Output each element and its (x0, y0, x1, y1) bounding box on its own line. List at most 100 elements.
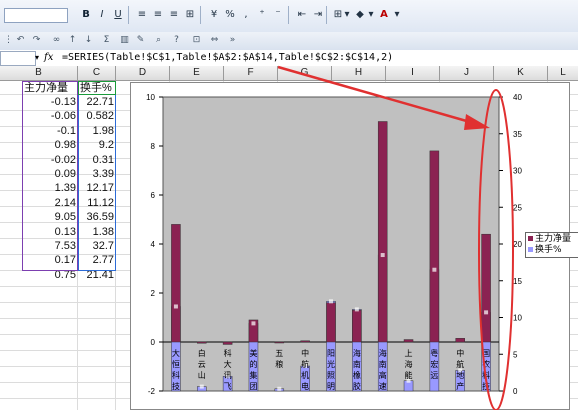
zoom-icon[interactable]: ⌕ (152, 34, 165, 47)
left-axis-tick-label: 8 (151, 142, 156, 151)
category-label: 南 (353, 359, 361, 369)
font-color-dropdown-icon[interactable]: ▾ (392, 7, 402, 23)
name-box[interactable] (0, 51, 36, 66)
name-box-dropdown-icon[interactable]: ▾ (35, 51, 43, 64)
column-header-I[interactable]: I (386, 66, 440, 80)
category-label: 讯 (224, 371, 232, 380)
category-label: 技 (482, 381, 490, 391)
category-label: 阳 (327, 349, 335, 358)
marker-turnover (484, 310, 489, 315)
chart-svg: -202468100510152025303540大恒科技白云山科大讯飞美的集团… (146, 93, 522, 396)
format-painter-icon[interactable]: ⊡ (190, 34, 203, 47)
category-label: 飞 (224, 382, 232, 391)
comma-style-icon[interactable]: , (238, 7, 254, 23)
bar-net-flow (481, 233, 491, 343)
legend-item-turnover: 换手% (528, 245, 562, 256)
legend-swatch-net-flow (528, 236, 533, 241)
category-label: 海 (405, 359, 413, 369)
align-center-icon[interactable]: ≡ (150, 7, 166, 23)
category-label: 云 (198, 360, 206, 369)
formula-input[interactable]: =SERIES(Table!$C$1,Table!$A$2:$A$14,Tabl… (62, 51, 572, 64)
category-label: 粤 (430, 348, 438, 358)
font-color-button[interactable]: A (376, 7, 392, 23)
embedded-chart[interactable]: -2 0 2 4 6 8 10 0 5 10 15 20 25 30 35 40 大恒科技白云山科大讯飞美的集团… (130, 82, 570, 410)
category-label: 产 (456, 381, 464, 391)
column-header-F[interactable]: F (224, 66, 278, 80)
italic-button[interactable]: I (94, 7, 110, 23)
bar-net-flow (274, 341, 285, 344)
column-header-L[interactable]: L (548, 66, 578, 80)
column-header-C[interactable]: C (78, 66, 116, 80)
underline-button[interactable]: U (110, 7, 126, 23)
left-axis-tick-label: 6 (151, 191, 156, 200)
redo-icon[interactable]: ↷ (30, 34, 43, 47)
category-label: 山 (198, 370, 206, 380)
category-label: 照 (327, 371, 335, 380)
align-left-icon[interactable]: ≡ (134, 7, 150, 23)
left-axis-tick-label: -2 (148, 387, 156, 396)
align-right-icon[interactable]: ≡ (166, 7, 182, 23)
review-icon[interactable]: ⇔ (208, 34, 221, 47)
left-axis-tick-label: 10 (146, 93, 155, 102)
column-headers: B C D E F G H I J K L (0, 66, 578, 81)
bold-button[interactable]: B (78, 7, 94, 23)
decrease-indent-icon[interactable]: ⇤ (294, 7, 310, 23)
category-label: 地 (456, 370, 464, 380)
sort-asc-icon[interactable]: ↑ (66, 34, 79, 47)
drawing-icon[interactable]: ✎ (134, 34, 147, 47)
bar-net-flow (197, 341, 207, 344)
category-label: 科 (224, 348, 232, 358)
right-axis-tick-label: 15 (513, 277, 522, 286)
autosum-icon[interactable]: Σ (100, 34, 113, 47)
formatting-toolbar: B I U ≡ ≡ ≡ ⊞ ¥ % , ⁺ ⁻ ⇤ ⇥ ⊞ ▾ ◆ ▾ A ▾ (0, 0, 578, 33)
left-axis-tick-label: 0 (151, 338, 156, 347)
column-header-H[interactable]: H (332, 66, 386, 80)
right-axis-tick-label: 5 (513, 350, 518, 359)
help-icon[interactable]: ? (170, 34, 183, 47)
merge-center-icon[interactable]: ⊞ (182, 7, 198, 23)
category-label: 能 (405, 370, 413, 380)
column-header-J[interactable]: J (440, 66, 494, 80)
marker-turnover (354, 307, 359, 312)
category-label: 机 (301, 370, 309, 380)
category-label: 航 (456, 359, 464, 369)
fx-button[interactable]: fx (44, 51, 58, 64)
sort-desc-icon[interactable]: ↓ (82, 34, 95, 47)
bar-net-flow (300, 340, 310, 343)
column-header-D[interactable]: D (116, 66, 170, 80)
separator (128, 6, 129, 24)
increase-decimal-icon[interactable]: ⁺ (254, 7, 270, 23)
bar-net-flow (352, 309, 362, 343)
right-axis-tick-label: 25 (513, 203, 522, 212)
font-size-box[interactable] (4, 8, 68, 23)
category-label: 的 (249, 359, 257, 369)
fill-color-dropdown-icon[interactable]: ▾ (366, 7, 376, 23)
percent-button[interactable]: % (222, 7, 238, 23)
decrease-decimal-icon[interactable]: ⁻ (270, 7, 286, 23)
increase-indent-icon[interactable]: ⇥ (310, 7, 326, 23)
column-header-B[interactable]: B (0, 66, 78, 80)
legend-label-turnover: 换手% (535, 245, 562, 255)
category-label: 海 (353, 348, 361, 358)
marker-turnover (199, 384, 204, 389)
column-header-G[interactable]: G (278, 66, 332, 80)
column-header-E[interactable]: E (170, 66, 224, 80)
marker-turnover (380, 253, 385, 258)
drawing-toolbar: ⋮ ↶ ↷ ∞ ↑ ↓ Σ ▥ ✎ ⌕ ? ⊡ ⇔ » (0, 32, 578, 51)
marker-turnover (173, 304, 178, 309)
toolbar-options-icon[interactable]: » (226, 34, 239, 47)
link-icon[interactable]: ∞ (50, 34, 63, 47)
category-label: 五 (275, 349, 283, 358)
currency-icon[interactable]: ¥ (206, 7, 222, 23)
chart-legend[interactable]: 主力净量 换手% (525, 232, 578, 258)
borders-dropdown-icon[interactable]: ▾ (342, 7, 352, 23)
separator (200, 6, 201, 24)
category-label: 恒 (172, 359, 180, 369)
column-header-K[interactable]: K (494, 66, 548, 80)
marker-turnover (329, 299, 333, 304)
bar-net-flow (326, 302, 336, 343)
right-axis-tick-label: 30 (513, 167, 522, 176)
chart-wizard-icon[interactable]: ▥ (118, 34, 131, 47)
marker-turnover (251, 321, 256, 326)
undo-icon[interactable]: ↶ (14, 34, 27, 47)
